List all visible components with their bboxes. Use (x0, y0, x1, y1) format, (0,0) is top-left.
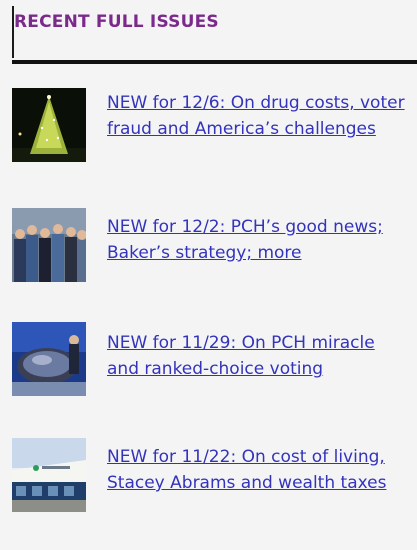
christmas-tree-thumbnail[interactable] (12, 88, 86, 162)
issue-link[interactable]: NEW for 12/6: On drug costs, voter fraud… (107, 90, 412, 142)
group-photo-thumbnail[interactable] (12, 208, 86, 282)
sculpture-photo-thumbnail[interactable] (12, 322, 86, 396)
issue-link[interactable]: NEW for 12/2: PCH’s good news; Baker’s s… (107, 214, 412, 266)
building-photo-thumbnail[interactable] (12, 438, 86, 512)
widget-header: RECENT FULL ISSUES (12, 0, 417, 60)
widget-title: RECENT FULL ISSUES (14, 12, 219, 32)
recent-issues-widget: RECENT FULL ISSUES NEW for 12/6: On drug… (0, 0, 417, 550)
issue-link[interactable]: NEW for 11/22: On cost of living, Stacey… (107, 444, 412, 496)
issue-link[interactable]: NEW for 11/29: On PCH miracle and ranked… (107, 330, 412, 382)
header-divider (12, 60, 417, 64)
